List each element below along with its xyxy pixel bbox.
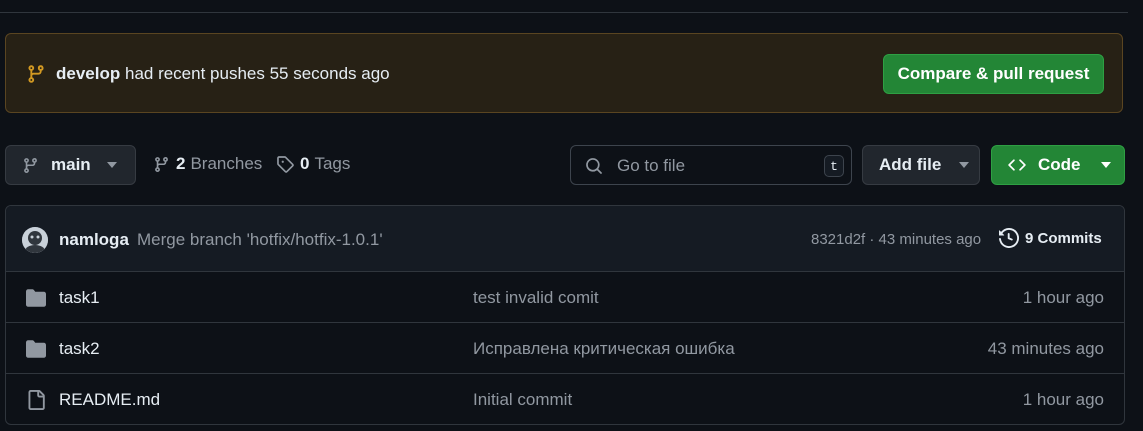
add-file-label: Add file: [879, 155, 942, 174]
branches-label: Branches: [190, 154, 263, 173]
git-branch-icon: [155, 156, 168, 172]
branches-count: 2: [176, 154, 186, 173]
history-icon: [999, 228, 1019, 248]
file-name[interactable]: task2: [59, 339, 100, 359]
commits-label: 9 Commits: [1025, 229, 1102, 247]
file-table: namloga Merge branch 'hotfix/hotfix-1.0.…: [5, 205, 1125, 425]
keyboard-shortcut-hint: t: [824, 155, 844, 177]
go-to-file-search[interactable]: t: [570, 145, 852, 185]
file-commit-message[interactable]: Initial commit: [473, 390, 572, 410]
recent-push-banner: develop had recent pushes 55 seconds ago…: [5, 33, 1123, 113]
table-row: task1 test invalid comit 1 hour ago: [6, 272, 1124, 323]
branch-selector[interactable]: main: [5, 145, 136, 185]
add-file-button[interactable]: Add file: [862, 145, 980, 185]
code-icon: [1008, 159, 1026, 171]
avatar[interactable]: [22, 227, 48, 253]
code-button[interactable]: Code: [991, 145, 1125, 185]
chevron-down-icon: [959, 162, 970, 168]
tags-link[interactable]: 0 Tags: [276, 154, 350, 174]
commits-link[interactable]: 9 Commits: [999, 228, 1102, 248]
table-row: task2 Исправлена критическая ошибка 43 m…: [6, 323, 1124, 374]
file-commit-time: 1 hour ago: [1022, 390, 1104, 409]
push-message-text: had recent pushes 55 seconds ago: [124, 64, 390, 83]
search-icon: [586, 158, 602, 174]
commit-message[interactable]: Merge branch 'hotfix/hotfix-1.0.1': [137, 230, 383, 250]
push-message: develop had recent pushes 55 seconds ago: [56, 64, 390, 84]
git-branch-icon: [24, 157, 37, 173]
compare-pull-request-button[interactable]: Compare & pull request: [883, 54, 1104, 94]
file-commit-message[interactable]: test invalid comit: [473, 288, 599, 308]
file-commit-time: 43 minutes ago: [987, 339, 1104, 358]
branch-name: main: [51, 155, 91, 174]
latest-commit-row: namloga Merge branch 'hotfix/hotfix-1.0.…: [6, 206, 1124, 272]
tag-icon: [277, 156, 294, 173]
chevron-down-icon: [1100, 162, 1111, 168]
file-name[interactable]: task1: [59, 288, 100, 308]
chevron-down-icon: [106, 162, 117, 168]
git-branch-icon: [28, 65, 44, 83]
commit-hash-time[interactable]: 8321d2f · 43 minutes ago: [811, 231, 981, 248]
file-commit-time: 1 hour ago: [1022, 288, 1104, 307]
tags-count: 0: [300, 154, 310, 173]
code-label: Code: [1038, 155, 1081, 174]
avatar-image: [22, 227, 48, 253]
table-row: README.md Initial commit 1 hour ago: [6, 374, 1124, 424]
commit-author[interactable]: namloga: [59, 230, 129, 250]
push-branch-name[interactable]: develop: [56, 64, 120, 83]
file-commit-message[interactable]: Исправлена критическая ошибка: [473, 339, 735, 359]
header-divider: [0, 12, 1128, 13]
folder-icon: [26, 289, 46, 307]
file-icon: [28, 390, 45, 410]
folder-icon: [26, 340, 46, 358]
search-input[interactable]: [615, 154, 809, 178]
branches-link[interactable]: 2 Branches: [153, 154, 262, 174]
file-name[interactable]: README.md: [59, 390, 160, 410]
tags-label: Tags: [314, 154, 351, 173]
